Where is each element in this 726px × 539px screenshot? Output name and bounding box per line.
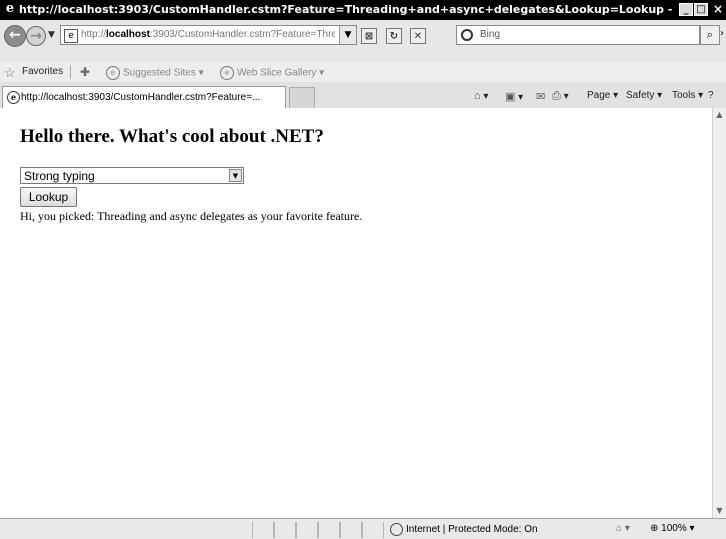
chevron-right-icon[interactable]: ›	[720, 28, 724, 39]
home-icon: ⌂	[474, 90, 481, 102]
chevron-down-icon[interactable]: ▼	[229, 169, 242, 182]
suggested-sites-link[interactable]: e Suggested Sites ▾	[106, 66, 204, 80]
new-tab-button[interactable]	[289, 87, 315, 108]
recent-pages-dropdown-icon[interactable]: ▼	[48, 30, 55, 40]
favorites-bar: ☆ Favorites ✚ e Suggested Sites ▾ e Web Sl…	[0, 62, 726, 82]
tools-menu[interactable]: Tools ▾	[672, 90, 703, 101]
close-button[interactable]: ×	[710, 3, 726, 16]
search-box[interactable]: Bing	[456, 25, 700, 45]
feature-select[interactable]: Strong typing ▼	[20, 167, 244, 184]
suggested-sites-icon: e	[106, 66, 120, 80]
feeds-button[interactable]: ▣ ▾	[505, 90, 523, 103]
divider	[70, 65, 71, 79]
result-text: Hi, you picked: Threading and async dele…	[20, 209, 363, 223]
minimize-button[interactable]: _	[679, 3, 693, 16]
print-button[interactable]: ⎙ ▾	[552, 90, 569, 103]
navigation-bar: ← → ▼ e http://localhost:3903/CustomHand…	[0, 20, 726, 63]
protected-mode-button[interactable]: ⌂ ▾	[616, 523, 630, 534]
suggested-sites-label: Suggested Sites ▾	[123, 67, 204, 79]
rss-icon: ▣	[505, 91, 516, 103]
address-dropdown-icon[interactable]: ▼	[339, 26, 356, 44]
help-icon[interactable]: ?	[708, 90, 714, 101]
add-to-favorites-icon[interactable]: ✚	[80, 65, 90, 79]
scroll-up-icon[interactable]: ▲	[713, 108, 726, 122]
maximize-button[interactable]: □	[694, 3, 708, 16]
web-slice-icon: e	[220, 66, 234, 80]
print-icon: ⎙	[552, 90, 561, 102]
status-cell	[340, 522, 362, 538]
safety-menu[interactable]: Safety ▾	[626, 90, 662, 101]
page-heading: Hello there. What's cool about .NET?	[20, 126, 324, 147]
refresh-icon[interactable]: ↻	[386, 28, 402, 44]
back-button[interactable]: ←	[4, 25, 26, 47]
status-cell	[362, 522, 384, 538]
command-bar: e http://localhost:3903/CustomHandler.cs…	[0, 82, 726, 109]
security-zone[interactable]: Internet | Protected Mode: On	[390, 523, 538, 536]
vertical-scrollbar[interactable]: ▲ ▼	[712, 108, 726, 518]
stop-icon[interactable]: ✕	[410, 28, 426, 44]
favorites-button[interactable]: Favorites	[22, 66, 63, 77]
address-bar[interactable]: e http://localhost:3903/CustomHandler.cs…	[60, 25, 357, 45]
security-zone-label: Internet | Protected Mode: On	[406, 524, 538, 536]
scroll-down-icon[interactable]: ▼	[713, 504, 726, 518]
status-cell	[318, 522, 340, 538]
globe-icon	[390, 523, 403, 536]
lookup-button[interactable]: Lookup	[20, 187, 77, 207]
window-title: http://localhost:3903/CustomHandler.cstm…	[19, 3, 675, 16]
favorites-star-icon[interactable]: ☆	[4, 65, 16, 81]
web-slice-label: Web Slice Gallery ▾	[237, 67, 325, 79]
page-menu[interactable]: Page ▾	[587, 90, 618, 101]
feature-select-value: Strong typing	[24, 169, 95, 183]
zoom-button[interactable]: ⊕ 100% ▾	[650, 523, 695, 534]
page-icon: e	[7, 91, 20, 104]
status-cell	[274, 522, 296, 538]
home-button[interactable]: ⌂ ▾	[474, 90, 488, 102]
bing-icon	[461, 29, 473, 41]
title-bar: e http://localhost:3903/CustomHandler.cs…	[0, 0, 726, 20]
mail-icon: ✉	[536, 91, 546, 103]
compatibility-view-icon[interactable]: ⊠	[361, 28, 377, 44]
address-input[interactable]: http://localhost:3903/CustomHandler.cstm…	[81, 29, 335, 43]
web-slice-gallery-link[interactable]: e Web Slice Gallery ▾	[220, 66, 324, 80]
status-bar: Internet | Protected Mode: On ⌂ ▾ ⊕ 100%…	[0, 518, 726, 539]
read-mail-button[interactable]: ✉	[536, 90, 545, 103]
page-icon: e	[64, 29, 78, 43]
forward-button[interactable]: →	[26, 26, 46, 46]
status-cell	[296, 522, 318, 538]
tab-label: http://localhost:3903/CustomHandler.cstm…	[21, 92, 261, 103]
status-cell	[252, 522, 274, 538]
search-icon[interactable]: ⌕	[700, 25, 720, 45]
ie-logo-icon: e	[5, 1, 15, 16]
tab-current[interactable]: e http://localhost:3903/CustomHandler.cs…	[2, 86, 286, 108]
zoom-icon: ⊕	[650, 523, 659, 534]
search-input[interactable]: Bing	[480, 29, 500, 40]
zoom-level: 100%	[661, 523, 687, 534]
